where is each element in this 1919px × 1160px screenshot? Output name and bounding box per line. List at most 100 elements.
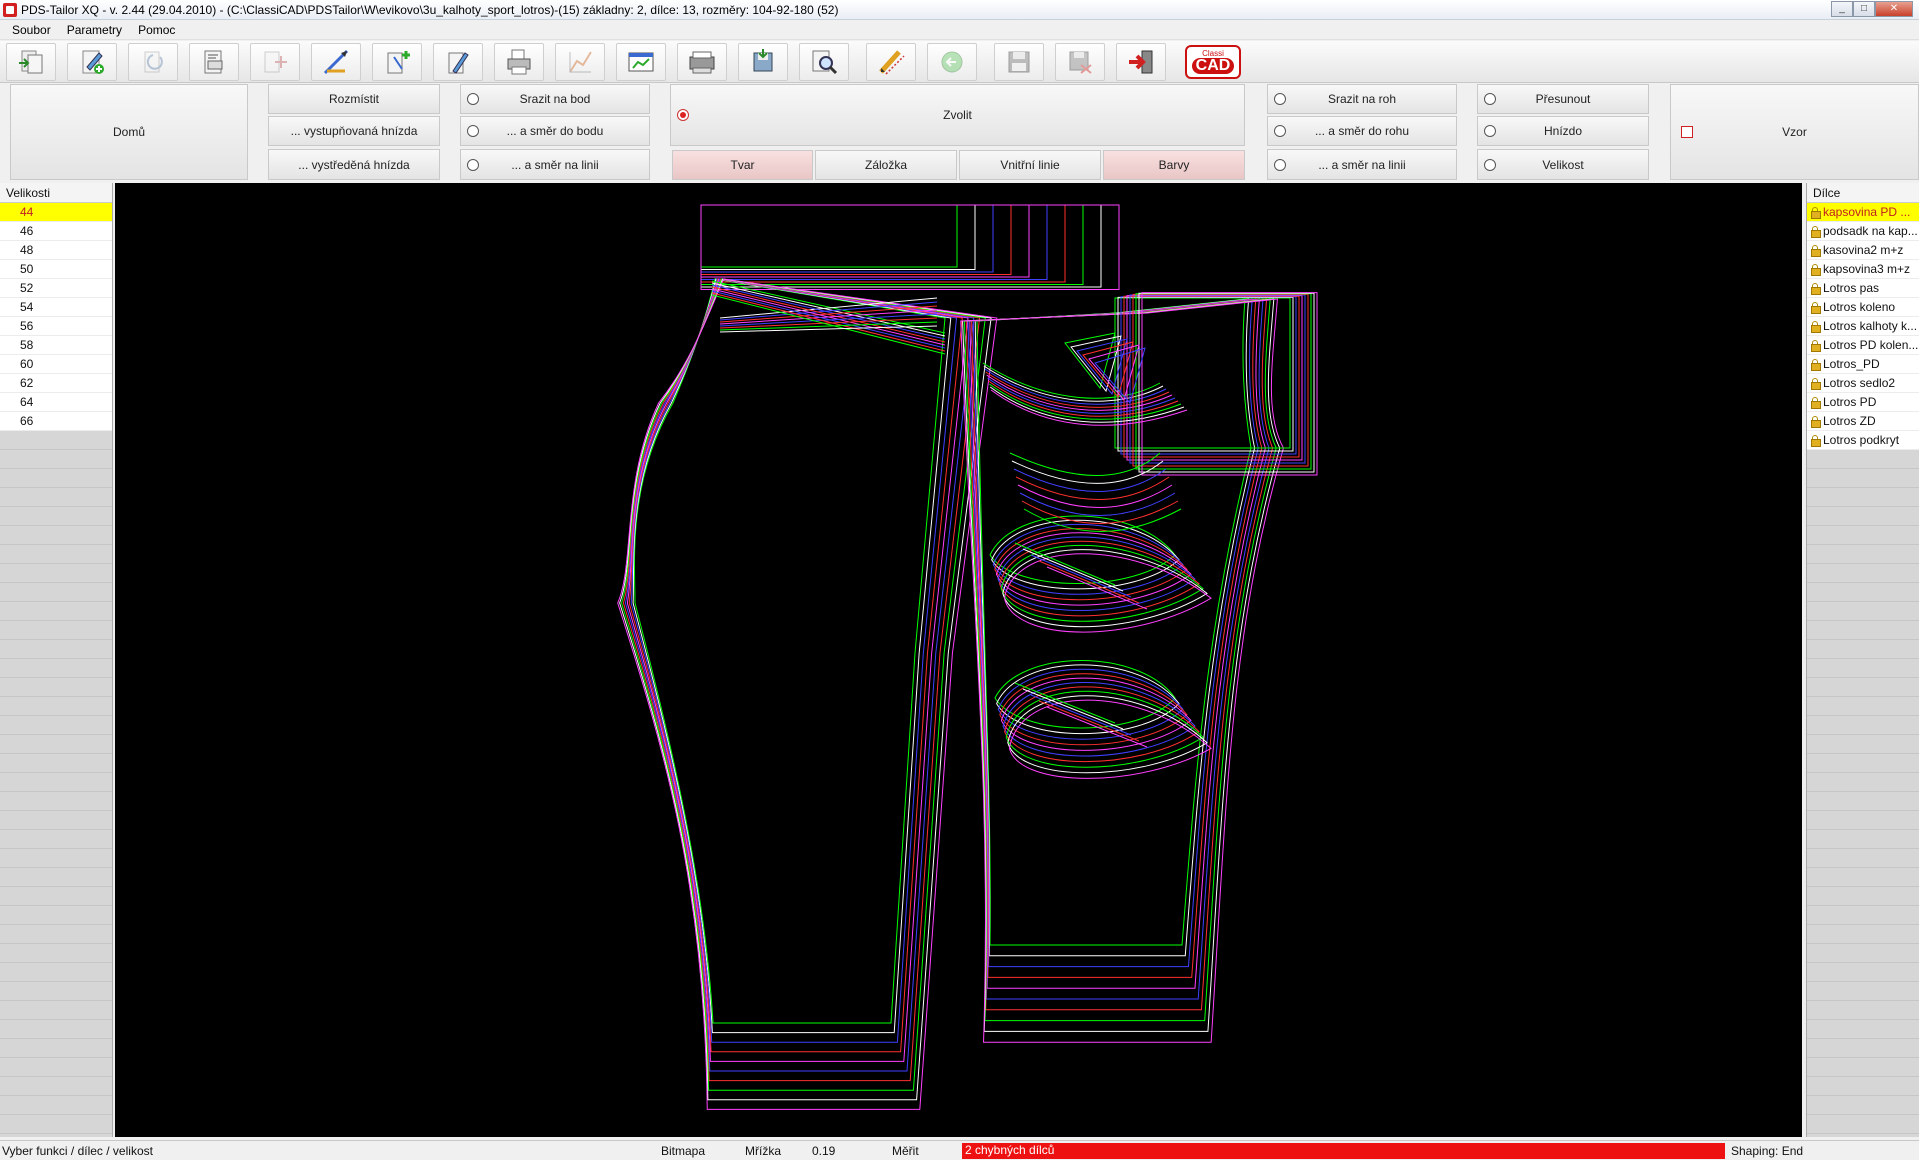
save-export-button[interactable]: [738, 42, 788, 81]
smer-na-linii-option-1[interactable]: ... a směr na linii: [460, 149, 650, 180]
pattern-canvas[interactable]: [115, 183, 1802, 1137]
edit-part-button[interactable]: [433, 42, 483, 81]
smer-do-bodu-radio[interactable]: [467, 125, 479, 137]
velikost-option[interactable]: Velikost: [1477, 149, 1649, 180]
domu-button[interactable]: Domů: [10, 84, 248, 180]
mrizka-toggle[interactable]: Mřížka: [745, 1144, 781, 1158]
size-row[interactable]: 60: [0, 355, 112, 374]
tab-zalozka[interactable]: Záložka: [815, 150, 957, 180]
size-row[interactable]: 46: [0, 222, 112, 241]
part-row[interactable]: Lotros PD: [1807, 393, 1919, 412]
menu-soubor[interactable]: Soubor: [4, 23, 59, 37]
part-row[interactable]: kasovina2 m+z: [1807, 241, 1919, 260]
size-row[interactable]: 58: [0, 336, 112, 355]
app-icon: [3, 2, 17, 17]
knee-panel-piece[interactable]: [989, 515, 1212, 779]
menu-pomoc[interactable]: Pomoc: [130, 23, 183, 37]
hnizdo-radio[interactable]: [1484, 125, 1496, 137]
empty-row: [0, 887, 112, 906]
part-row[interactable]: Lotros ZD: [1807, 412, 1919, 431]
presunout-option[interactable]: Přesunout: [1477, 84, 1649, 114]
size-row[interactable]: 44: [0, 203, 112, 222]
size-row[interactable]: 50: [0, 260, 112, 279]
empty-row: [0, 792, 112, 811]
velikost-radio[interactable]: [1484, 158, 1496, 171]
tab-tvar[interactable]: Tvar: [672, 150, 813, 180]
zoom-preview-button[interactable]: [799, 42, 849, 81]
part-row[interactable]: Lotros sedlo2: [1807, 374, 1919, 393]
add-part-button[interactable]: [372, 42, 422, 81]
grading-button[interactable]: [250, 42, 300, 81]
smer-do-rohu-option[interactable]: ... a směr do rohu: [1267, 116, 1457, 146]
rotate-button[interactable]: [128, 42, 178, 81]
size-row[interactable]: 48: [0, 241, 112, 260]
smer-do-bodu-option[interactable]: ... a směr do bodu: [460, 116, 650, 146]
part-label: Lotros pas: [1823, 281, 1880, 295]
merit-toggle[interactable]: Měřit: [892, 1144, 919, 1158]
measure-table-button[interactable]: [189, 42, 239, 81]
part-row[interactable]: podsadk na kap...: [1807, 222, 1919, 241]
exit-button[interactable]: [1116, 42, 1166, 81]
rozmistit-button[interactable]: Rozmístit: [268, 84, 440, 114]
size-row[interactable]: 62: [0, 374, 112, 393]
back-button[interactable]: [927, 42, 977, 81]
part-row[interactable]: Lotros podkryt: [1807, 431, 1919, 450]
back-leg-piece[interactable]: [960, 298, 1284, 1043]
part-row[interactable]: Lotros pas: [1807, 279, 1919, 298]
smer-na-linii-option-2[interactable]: ... a směr na linii: [1267, 149, 1457, 180]
part-row[interactable]: Lotros_PD: [1807, 355, 1919, 374]
smer-do-rohu-radio[interactable]: [1274, 125, 1286, 137]
vystupnovana-hnizda-button[interactable]: ... vystupňovaná hnízda: [268, 116, 440, 146]
part-row[interactable]: Lotros koleno: [1807, 298, 1919, 317]
waistband-piece[interactable]: [700, 204, 1120, 290]
plotter-button[interactable]: [677, 42, 727, 81]
part-label: Lotros koleno: [1823, 300, 1896, 314]
smer-na-linii-radio-2[interactable]: [1274, 158, 1286, 171]
part-row[interactable]: kapsovina3 m+z: [1807, 260, 1919, 279]
yoke-piece[interactable]: [982, 292, 1318, 476]
minimize-button[interactable]: _: [1831, 1, 1853, 17]
srazit-na-roh-option[interactable]: Srazit na roh: [1267, 84, 1457, 114]
empty-row: [0, 507, 112, 526]
maximize-button[interactable]: □: [1853, 1, 1875, 17]
smer-na-linii-radio-1[interactable]: [467, 158, 479, 171]
save-button[interactable]: [994, 42, 1044, 81]
hnizdo-option[interactable]: Hnízdo: [1477, 116, 1649, 146]
import-button[interactable]: [6, 42, 56, 81]
save-as-button[interactable]: [1055, 42, 1105, 81]
grade-outline: [1030, 554, 1132, 598]
srazit-na-bod-option[interactable]: Srazit na bod: [460, 84, 650, 114]
print-button[interactable]: [494, 42, 544, 81]
srazit-na-bod-radio[interactable]: [467, 93, 479, 105]
presunout-radio[interactable]: [1484, 93, 1496, 105]
menu-parametry[interactable]: Parametry: [59, 23, 130, 37]
srazit-na-roh-radio[interactable]: [1274, 93, 1286, 105]
grade-outline: [619, 278, 992, 1101]
bitmapa-toggle[interactable]: Bitmapa: [661, 1144, 705, 1158]
zvolit-option[interactable]: Zvolit: [670, 84, 1245, 146]
part-row[interactable]: Lotros PD kolen...: [1807, 336, 1919, 355]
vzor-checkbox[interactable]: [1681, 126, 1693, 138]
tab-barvy[interactable]: Barvy: [1103, 150, 1245, 180]
part-label: Lotros kalhoty k...: [1823, 319, 1918, 333]
size-row[interactable]: 64: [0, 393, 112, 412]
size-row[interactable]: 52: [0, 279, 112, 298]
vzor-option[interactable]: Vzor: [1670, 84, 1919, 180]
size-row[interactable]: 54: [0, 298, 112, 317]
graph-button[interactable]: [555, 42, 605, 81]
vystredena-hnizda-button[interactable]: ... vystředěná hnízda: [268, 149, 440, 180]
size-row[interactable]: 56: [0, 317, 112, 336]
size-row[interactable]: 66: [0, 412, 112, 431]
front-leg-piece[interactable]: [617, 278, 998, 1110]
chart-window-button[interactable]: [616, 42, 666, 81]
part-row[interactable]: Lotros kalhoty k...: [1807, 317, 1919, 336]
zvolit-radio[interactable]: [677, 109, 689, 121]
edit-add-button[interactable]: [67, 42, 117, 81]
empty-row: [0, 450, 112, 469]
pocket-piece[interactable]: [1009, 452, 1182, 532]
pencil-ruler-button[interactable]: [866, 42, 916, 81]
tab-vnitrni-linie[interactable]: Vnitřní linie: [959, 150, 1101, 180]
ruler-pen-button[interactable]: [311, 42, 361, 81]
part-row[interactable]: kapsovina PD ...: [1807, 203, 1919, 222]
close-button[interactable]: ✕: [1875, 1, 1913, 17]
